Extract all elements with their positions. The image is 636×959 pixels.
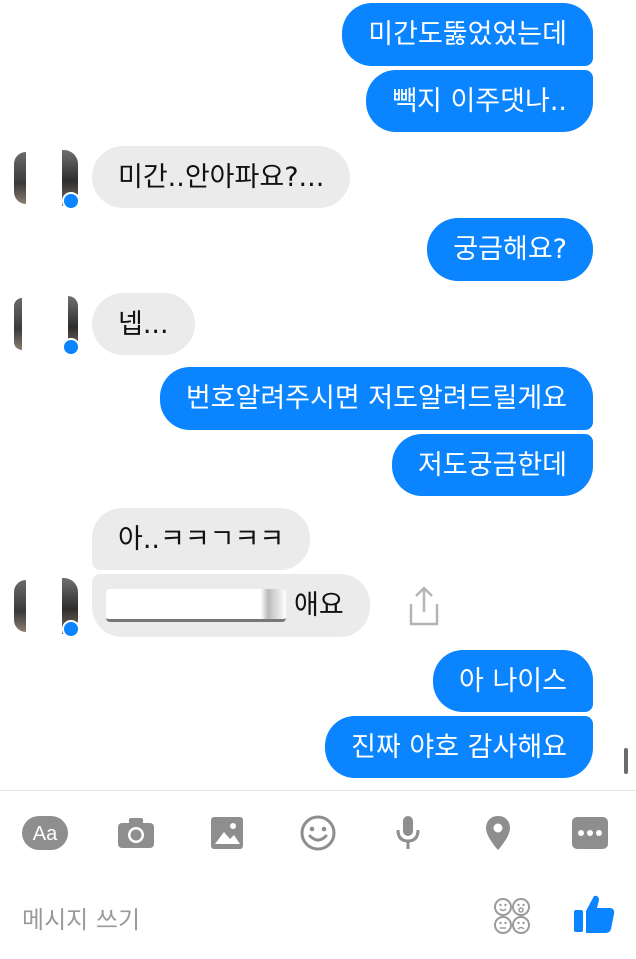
svg-text:Aa: Aa: [33, 823, 58, 845]
contact-avatar[interactable]: [14, 574, 80, 638]
message-composer[interactable]: 메시지 쓰기: [0, 874, 636, 959]
message-outgoing[interactable]: 미간도뚫었었는데: [342, 3, 593, 66]
redacted-phone-number: [106, 589, 286, 622]
message-outgoing[interactable]: 진짜 야호 감사해요: [325, 716, 593, 778]
messenger-badge-icon: [62, 192, 80, 210]
message-text: 애요: [294, 590, 344, 621]
message-text: 아..ㅋㅋㄱㅋㅋ: [118, 523, 285, 555]
more-button[interactable]: [568, 811, 612, 855]
message-input[interactable]: 메시지 쓰기: [22, 900, 140, 935]
message-outgoing[interactable]: 번호알려주시면 저도알려드릴게요: [159, 367, 593, 430]
message-outgoing[interactable]: 저도궁금한데: [391, 434, 593, 496]
message-list: 미간도뚫었었는데 빽지 이주댓나.. 미간..안아파요?... 궁금해요? 넵.…: [0, 0, 636, 790]
text-format-button[interactable]: Aa: [22, 811, 68, 855]
message-text: 미간도뚫었었는데: [368, 19, 567, 50]
message-outgoing[interactable]: 아 나이스: [433, 650, 593, 712]
more-icon: [572, 817, 608, 849]
share-icon[interactable]: [404, 584, 444, 628]
message-incoming[interactable]: 미간..안아파요?...: [92, 146, 351, 208]
message-incoming[interactable]: 넵...: [92, 293, 195, 355]
message-text: 넵...: [118, 308, 169, 340]
sticker-icon[interactable]: [492, 896, 532, 936]
like-thumbs-up-icon[interactable]: [572, 892, 616, 936]
emoji-button[interactable]: [296, 811, 340, 855]
emoji-icon: [300, 815, 336, 851]
message-incoming[interactable]: 애요: [92, 574, 370, 637]
camera-button[interactable]: [114, 811, 158, 855]
message-incoming[interactable]: 아..ㅋㅋㄱㅋㅋ: [92, 508, 311, 570]
message-text: 번호알려주시면 저도알려드릴게요: [185, 383, 567, 414]
camera-icon: [118, 818, 154, 848]
message-text: 미간..안아파요?...: [118, 161, 325, 193]
message-text: 저도궁금한데: [417, 449, 567, 481]
composer-toolbar: Aa: [0, 790, 636, 875]
text-format-icon: Aa: [22, 816, 68, 850]
image-button[interactable]: [205, 811, 249, 855]
message-text: 궁금해요?: [453, 234, 567, 265]
message-text: 아 나이스: [459, 665, 567, 697]
messenger-badge-icon: [62, 620, 80, 638]
microphone-icon: [396, 816, 420, 849]
message-text: 진짜 야호 감사해요: [351, 731, 567, 763]
contact-avatar[interactable]: [14, 146, 80, 210]
contact-avatar[interactable]: [14, 292, 80, 356]
messenger-badge-icon: [62, 338, 80, 356]
microphone-button[interactable]: [386, 811, 430, 855]
message-text: 빽지 이주댓나..: [392, 85, 567, 117]
read-receipt-avatar: [624, 748, 628, 774]
image-icon: [211, 817, 243, 849]
message-outgoing[interactable]: 궁금해요?: [427, 218, 593, 281]
location-icon: [486, 816, 510, 850]
message-outgoing[interactable]: 빽지 이주댓나..: [366, 70, 593, 132]
location-button[interactable]: [476, 811, 520, 855]
